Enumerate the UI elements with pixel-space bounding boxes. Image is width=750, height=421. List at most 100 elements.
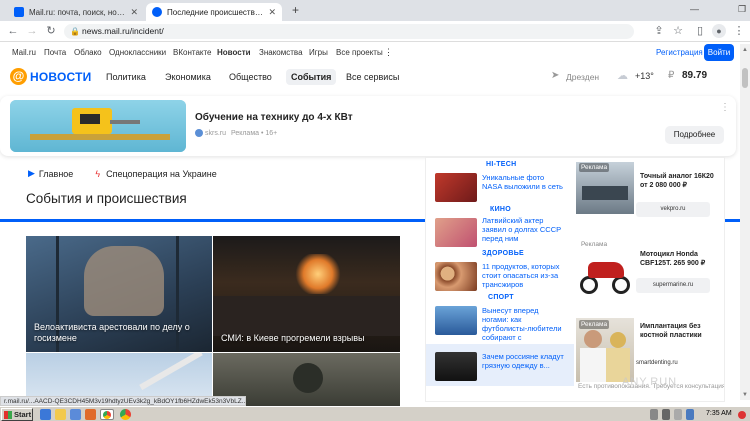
logo-text: НОВОСТИ: [30, 69, 92, 84]
section-main[interactable]: Главное: [39, 169, 73, 179]
login-button[interactable]: Войти: [704, 44, 734, 61]
scrollbar-thumb[interactable]: [742, 68, 748, 88]
start-button[interactable]: Start: [1, 408, 33, 421]
news-headline[interactable]: Латвийский актер заявил о долгах СССР пе…: [482, 216, 566, 243]
news-card[interactable]: Велоактивиста арестовали по делу о госиз…: [26, 236, 212, 352]
ie-icon[interactable]: [40, 409, 51, 420]
portal-link-vk[interactable]: ВКонтакте: [173, 48, 212, 57]
ad-title[interactable]: Обучение на технику до 4-х КВт: [195, 112, 353, 123]
forward-icon[interactable]: →: [25, 24, 39, 38]
news-thumbnail[interactable]: [435, 173, 477, 202]
reload-icon[interactable]: ↻: [44, 24, 58, 38]
nav-economy[interactable]: Экономика: [165, 72, 211, 82]
news-thumbnail[interactable]: [435, 352, 477, 381]
status-url-tooltip: r.mail.ru/...AACD-QE3CDH45M3v19hdtyzUEv3…: [0, 396, 246, 406]
ad-image[interactable]: [10, 100, 186, 152]
ad-source-icon: [195, 129, 203, 137]
back-icon[interactable]: ←: [6, 24, 20, 38]
clock[interactable]: 7:35 AM: [706, 410, 732, 417]
ad-link-button[interactable]: supermarine.ru: [636, 278, 710, 293]
tab-close-icon[interactable]: ✕: [130, 7, 138, 18]
news-card-caption[interactable]: СМИ: в Киеве прогремели взрывы: [221, 333, 396, 344]
media-icon[interactable]: [70, 409, 81, 420]
news-thumbnail[interactable]: [435, 218, 477, 247]
page-scrollbar[interactable]: [740, 44, 750, 400]
currency-rate[interactable]: 89.79: [682, 70, 707, 81]
nav-all-services[interactable]: Все сервисы: [346, 72, 399, 82]
news-card-caption[interactable]: Велоактивиста арестовали по делу о госиз…: [34, 322, 209, 344]
ad-text[interactable]: Точный аналог 16К20 от 2 080 000 ₽: [640, 172, 716, 190]
ad-meta: skrs.ru Реклама • 16+: [195, 129, 278, 137]
tray-app-icon[interactable]: [686, 409, 694, 420]
tray-network-icon[interactable]: [650, 409, 658, 420]
chrome-icon[interactable]: [120, 409, 131, 420]
minimize-icon[interactable]: —: [690, 4, 699, 14]
tab-title: Последние происшествия и собы: [167, 7, 264, 17]
news-thumbnail[interactable]: [435, 262, 477, 291]
mailru-portal-bar: Mail.ru Почта Облако Одноклассники ВКонт…: [0, 44, 750, 63]
ad-image[interactable]: [576, 242, 634, 304]
portal-link-all-projects[interactable]: Все проекты: [336, 48, 383, 57]
portal-link-mailru[interactable]: Mail.ru: [12, 48, 36, 57]
bookmark-star-icon[interactable]: ☆: [671, 24, 685, 38]
category-kino[interactable]: КИНО: [490, 206, 511, 213]
tab-news[interactable]: Последние происшествия и собы ✕: [146, 3, 282, 21]
menu-kebab-icon[interactable]: ⋮: [732, 24, 746, 38]
news-card[interactable]: СМИ: в Киеве прогремели взрывы: [213, 236, 400, 352]
lightning-icon: ϟ: [95, 168, 101, 179]
firefox-icon[interactable]: [85, 409, 96, 420]
ad-link-button[interactable]: vekpro.ru: [636, 202, 710, 217]
tab-close-icon[interactable]: ✕: [268, 7, 276, 18]
page-title: События и происшествия: [26, 191, 187, 206]
chrome-taskbar-button[interactable]: [100, 409, 114, 420]
side-panel-icon[interactable]: ▯: [693, 24, 707, 38]
ad-source[interactable]: skrs.ru: [205, 130, 226, 137]
new-tab-button[interactable]: +: [292, 3, 299, 17]
portal-link-mail[interactable]: Почта: [44, 48, 66, 57]
ad-menu-icon[interactable]: ⋮: [720, 102, 730, 113]
ad-label: Реклама • 16+: [230, 130, 278, 137]
tray-security-icon[interactable]: [674, 409, 682, 420]
weather-temperature[interactable]: +13°: [635, 71, 654, 81]
register-link[interactable]: Регистрация: [656, 48, 703, 57]
portal-link-cloud[interactable]: Облако: [74, 48, 102, 57]
share-icon[interactable]: ⇪: [652, 24, 666, 38]
tray-warning-icon[interactable]: [738, 411, 746, 419]
category-hitech[interactable]: HI-TECH: [486, 161, 517, 168]
category-sport[interactable]: СПОРТ: [488, 294, 514, 301]
ad-label: Реклама: [581, 241, 608, 248]
news-thumbnail[interactable]: [435, 306, 477, 335]
portal-link-ok[interactable]: Одноклассники: [109, 48, 166, 57]
scroll-up-icon[interactable]: ▲: [742, 47, 748, 53]
folder-icon[interactable]: [55, 409, 66, 420]
tab-mailru[interactable]: Mail.ru: почта, поиск, новости, пр ✕: [8, 3, 144, 21]
news-headline[interactable]: Вынесут вперед ногами: как футболисты-лю…: [482, 306, 566, 342]
portal-link-dating[interactable]: Знакомства: [259, 48, 303, 57]
portal-link-news[interactable]: Новости: [217, 48, 251, 57]
grid-menu-icon[interactable]: ⋮: [384, 47, 393, 58]
category-health[interactable]: ЗДОРОВЬЕ: [482, 250, 524, 257]
nav-events[interactable]: События: [286, 69, 337, 85]
nav-society[interactable]: Общество: [229, 72, 272, 82]
weather-city[interactable]: Дрезден: [566, 72, 599, 82]
ad-label: Реклама: [579, 320, 610, 329]
ad-text[interactable]: Имплантация без костной пластики: [640, 322, 716, 340]
news-header: @ НОВОСТИ Политика Экономика Общество Со…: [0, 64, 740, 90]
tray-volume-icon[interactable]: [662, 409, 670, 420]
nav-politics[interactable]: Политика: [106, 72, 146, 82]
window-restore-icon[interactable]: ❐: [738, 4, 746, 15]
ad-banner[interactable]: Обучение на технику до 4-х КВт skrs.ru Р…: [0, 96, 736, 156]
profile-avatar[interactable]: ●: [712, 24, 726, 38]
ad-text[interactable]: Мотоцикл Honda CBF125T. 265 900 ₽: [640, 250, 716, 268]
ruble-icon: ₽: [668, 70, 675, 81]
ad-details-button[interactable]: Подробнее: [665, 126, 724, 144]
news-headline[interactable]: Зачем россияне кладут грязную одежду в..…: [482, 352, 566, 370]
news-logo[interactable]: @ НОВОСТИ: [10, 68, 91, 85]
portal-link-games[interactable]: Игры: [309, 48, 328, 57]
scroll-down-icon[interactable]: ▼: [742, 392, 748, 398]
ad-link-button[interactable]: smartdenting.ru: [636, 356, 710, 371]
news-headline[interactable]: 11 продуктов, которых стоит опасаться из…: [482, 262, 566, 289]
section-special-operation[interactable]: Спецоперация на Украине: [106, 169, 217, 179]
url-field[interactable]: 🔒 news.mail.ru/incident/: [64, 24, 634, 39]
news-headline[interactable]: Уникальные фото NASA выложили в сеть: [482, 173, 566, 191]
